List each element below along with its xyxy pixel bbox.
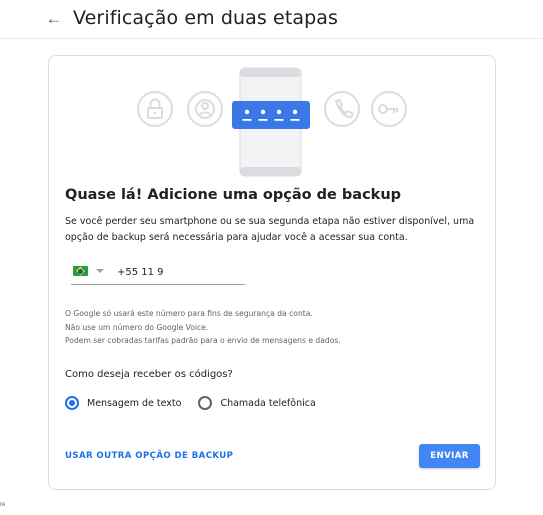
- note-rates: Podem ser cobradas tarifas padrão para o…: [65, 336, 341, 345]
- page-title: Verificação em duas etapas: [73, 7, 339, 29]
- delivery-method-radio-group: Mensagem de texto Chamada telefônica: [65, 395, 333, 411]
- section-heading: Quase lá! Adicione uma opção de backup: [65, 187, 402, 203]
- note-google-voice: Não use um número do Google Voice.: [65, 322, 209, 332]
- page-header: ← Verificação em duas etapas: [0, 0, 543, 39]
- radio-button-unselected[interactable]: [198, 396, 213, 410]
- brazil-flag-icon[interactable]: [73, 266, 88, 276]
- key-icon: [371, 91, 407, 127]
- verification-code-box: [232, 101, 310, 129]
- delivery-question: Como deseja receber os códigos?: [65, 369, 233, 380]
- account-icon: [187, 91, 223, 127]
- phone-number-input[interactable]: [117, 264, 237, 280]
- lock-icon: [137, 91, 173, 127]
- radio-button-selected[interactable]: [65, 396, 79, 410]
- option-phone-call[interactable]: Chamada telefônica: [198, 396, 316, 410]
- option-text-message[interactable]: Mensagem de texto: [65, 396, 181, 410]
- backup-option-card: Quase lá! Adicione uma opção de backup S…: [48, 55, 496, 490]
- use-other-backup-link[interactable]: USAR OUTRA OPÇÃO DE BACKUP: [65, 451, 233, 461]
- section-description: Se você perder seu smartphone ou se sua …: [65, 216, 475, 243]
- phone-number-field[interactable]: [71, 263, 245, 285]
- phone-code-illustration: [137, 67, 407, 177]
- note-security: O Google só usará este número para fins …: [65, 309, 313, 318]
- country-dropdown-caret-icon[interactable]: [96, 269, 104, 273]
- send-button[interactable]: ENVIAR: [419, 444, 480, 468]
- option-phone-call-label: Chamada telefônica: [220, 397, 316, 409]
- back-arrow-icon[interactable]: ←: [44, 9, 64, 29]
- option-text-message-label: Mensagem de texto: [87, 397, 182, 409]
- phone-call-icon: [324, 91, 360, 127]
- phone-notes: O Google só usará este número para fins …: [65, 307, 341, 348]
- corner-text-fragment: re: [0, 502, 6, 508]
